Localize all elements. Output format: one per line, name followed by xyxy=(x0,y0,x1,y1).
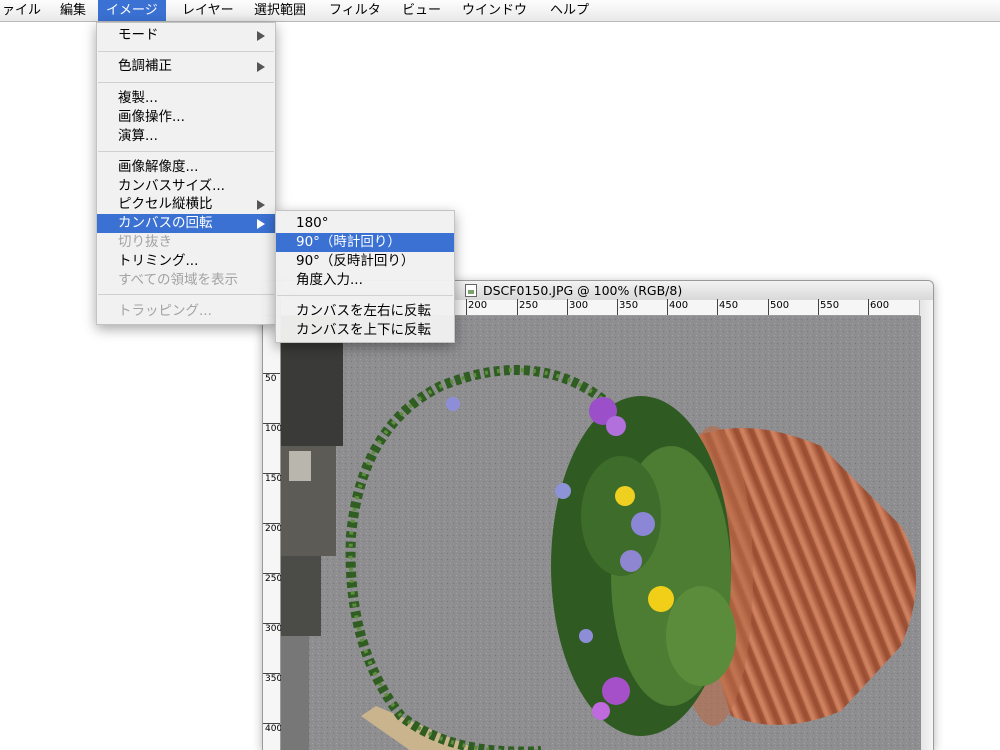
ruler-label: 550 xyxy=(820,300,840,311)
submenu-arrow-icon xyxy=(257,219,265,229)
menu-item-canvas-size[interactable]: カンバスサイズ... xyxy=(97,177,275,196)
menu-item-calculations[interactable]: 演算... xyxy=(97,127,275,146)
menu-view[interactable]: ビュー xyxy=(394,0,449,21)
ruler-label: 350 xyxy=(265,674,283,684)
menu-separator xyxy=(98,51,274,52)
menu-separator xyxy=(277,295,453,296)
submenu-arrow-icon xyxy=(257,31,265,41)
ruler-tick xyxy=(263,423,280,424)
vertical-ruler[interactable]: 50 100 150 200 250 300 350 400 xyxy=(263,316,283,750)
menu-item-rotate-arbitrary[interactable]: 角度入力... xyxy=(276,271,454,290)
menu-item-label: モード xyxy=(118,27,159,43)
ruler-label: 500 xyxy=(770,300,790,311)
menu-separator xyxy=(98,151,274,152)
document-file-icon xyxy=(465,284,477,297)
menu-item-image-size[interactable]: 画像解像度... xyxy=(97,158,275,177)
menu-item-reveal-all[interactable]: すべての領域を表示 xyxy=(97,271,275,290)
menu-item-rotate-180[interactable]: 180° xyxy=(276,214,454,233)
menu-item-label: ピクセル縦横比 xyxy=(118,196,213,212)
menu-item-rotate-90-ccw[interactable]: 90°（反時計回り） xyxy=(276,252,454,271)
menu-item-trim[interactable]: トリミング... xyxy=(97,252,275,271)
menu-edit[interactable]: 編集 xyxy=(52,0,94,21)
document-window: DSCF0150.JPG @ 100% (RGB/8) 200 250 300 … xyxy=(262,280,934,750)
ruler-label: 100 xyxy=(265,424,283,434)
image-menu: モード 色調補正 複製... 画像操作... 演算... 画像解像度... カン… xyxy=(96,22,276,325)
ruler-tick xyxy=(768,299,769,315)
ruler-tick xyxy=(466,299,467,315)
menu-item-flip-vertical[interactable]: カンバスを上下に反転 xyxy=(276,321,454,340)
submenu-arrow-icon xyxy=(257,62,265,72)
menu-item-label: カンバスの回転 xyxy=(118,215,213,231)
ruler-label: 600 xyxy=(870,300,890,311)
menu-item-trap[interactable]: トラッピング... xyxy=(97,302,275,321)
ruler-label: 200 xyxy=(265,524,283,534)
ruler-label: 150 xyxy=(265,474,283,484)
menu-window[interactable]: ウインドウ xyxy=(454,0,535,21)
menu-item-apply-image[interactable]: 画像操作... xyxy=(97,108,275,127)
ruler-label: 300 xyxy=(265,624,283,634)
menu-item-rotate-90-cw[interactable]: 90°（時計回り） xyxy=(276,233,454,252)
menu-file[interactable]: ァイル xyxy=(0,0,49,21)
rotate-canvas-submenu: 180° 90°（時計回り） 90°（反時計回り） 角度入力... カンバスを左… xyxy=(275,210,455,343)
ruler-label: 350 xyxy=(619,300,639,311)
ruler-tick xyxy=(717,299,718,315)
menu-item-rotate-canvas[interactable]: カンバスの回転 xyxy=(97,214,275,233)
ruler-tick xyxy=(667,299,668,315)
menu-item-mode[interactable]: モード xyxy=(97,26,275,45)
menu-bar: ァイル 編集 イメージ レイヤー 選択範囲 フィルタ ビュー ウインドウ ヘルプ xyxy=(0,0,1000,22)
menu-item-crop[interactable]: 切り抜き xyxy=(97,233,275,252)
ruler-label: 400 xyxy=(669,300,689,311)
menu-image[interactable]: イメージ xyxy=(98,0,166,21)
ruler-tick xyxy=(263,573,280,574)
menu-item-flip-horizontal[interactable]: カンバスを左右に反転 xyxy=(276,302,454,321)
menu-item-label: 色調補正 xyxy=(118,58,172,74)
ruler-label: 250 xyxy=(265,574,283,584)
ruler-tick xyxy=(868,299,869,315)
ruler-tick xyxy=(818,299,819,315)
menu-item-duplicate[interactable]: 複製... xyxy=(97,89,275,108)
ruler-label: 450 xyxy=(719,300,739,311)
ruler-tick xyxy=(263,723,280,724)
ruler-label: 50 xyxy=(265,374,277,384)
menu-help[interactable]: ヘルプ xyxy=(542,0,597,21)
ruler-label: 300 xyxy=(569,300,589,311)
ruler-tick xyxy=(263,673,280,674)
document-title: DSCF0150.JPG @ 100% (RGB/8) xyxy=(483,283,683,298)
submenu-arrow-icon xyxy=(257,200,265,210)
menu-select[interactable]: 選択範囲 xyxy=(246,0,314,21)
menu-layer[interactable]: レイヤー xyxy=(174,0,242,21)
ruler-tick xyxy=(517,299,518,315)
menu-separator xyxy=(98,82,274,83)
ruler-label: 250 xyxy=(519,300,539,311)
menu-item-adjustments[interactable]: 色調補正 xyxy=(97,57,275,76)
menu-filter[interactable]: フィルタ xyxy=(321,0,389,21)
ruler-tick xyxy=(263,523,280,524)
menu-separator xyxy=(98,294,274,295)
ruler-tick xyxy=(263,473,280,474)
photo-canvas[interactable] xyxy=(281,316,921,750)
ruler-tick xyxy=(617,299,618,315)
ruler-tick xyxy=(263,373,280,374)
vertical-scrollbar[interactable] xyxy=(919,300,933,750)
ruler-tick xyxy=(263,623,280,624)
ruler-label: 400 xyxy=(265,724,283,734)
ruler-tick xyxy=(567,299,568,315)
menu-item-pixel-aspect-ratio[interactable]: ピクセル縦横比 xyxy=(97,195,275,214)
ruler-label: 200 xyxy=(468,300,488,311)
